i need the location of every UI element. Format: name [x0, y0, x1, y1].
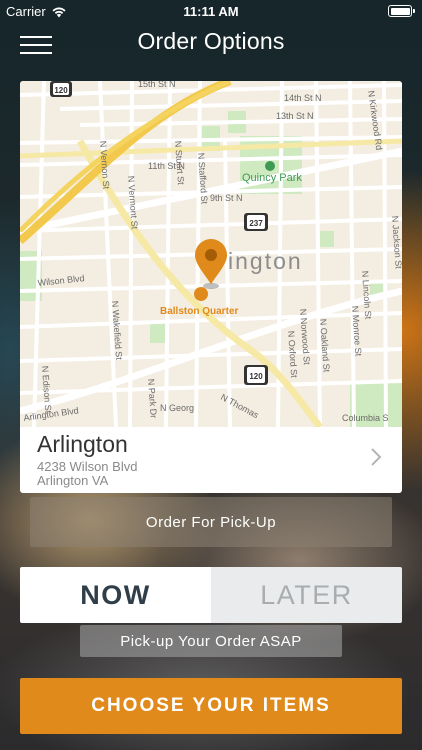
map-label: Columbia S: [342, 413, 389, 423]
map-label: 13th St N: [276, 111, 314, 121]
route-shield-237: 237: [244, 213, 268, 231]
quincy-park-label: Quincy Park: [242, 172, 302, 184]
store-location-card[interactable]: Arlington 4238 Wilson Blvd Arlington VA: [20, 427, 402, 493]
order-timing-toggle: NOW LATER: [20, 567, 402, 623]
ballston-quarter-label: Ballston Quarter: [160, 306, 238, 317]
store-address-line2: Arlington VA: [37, 473, 109, 488]
map-label: 14th St N: [284, 93, 322, 103]
page-title: Order Options: [137, 28, 285, 54]
neighborhood-label: ington: [228, 248, 303, 274]
timing-hint: Pick-up Your Order ASAP: [80, 625, 342, 657]
timing-now-button[interactable]: NOW: [20, 567, 211, 623]
store-map[interactable]: 15th St N 14th St N 13th St N 11th St N …: [20, 81, 402, 427]
park-area: [320, 231, 334, 247]
map-label: 15th St N: [138, 81, 176, 89]
battery-icon: [388, 5, 415, 17]
svg-text:237: 237: [249, 219, 263, 228]
park-icon: [265, 161, 275, 171]
status-time: 11:11 AM: [183, 4, 239, 19]
chevron-right-icon: [371, 448, 382, 466]
map-label: 9th St N: [210, 193, 243, 203]
store-name: Arlington: [37, 431, 128, 457]
route-shield-120: 120: [244, 365, 268, 385]
timing-later-button[interactable]: LATER: [211, 567, 402, 623]
nav-bar: Order Options: [0, 22, 422, 64]
status-bar: Carrier 11:11 AM: [0, 0, 422, 22]
store-address-line1: 4238 Wilson Blvd: [37, 459, 138, 474]
order-mode-button[interactable]: Order For Pick-Up: [30, 497, 392, 547]
svg-text:120: 120: [249, 372, 263, 381]
shopping-icon: [194, 287, 208, 301]
choose-items-button[interactable]: CHOOSE YOUR ITEMS: [20, 678, 402, 734]
route-shield-120: 120: [50, 81, 72, 97]
svg-text:120: 120: [54, 86, 68, 95]
map-label: N Georg: [160, 403, 194, 413]
